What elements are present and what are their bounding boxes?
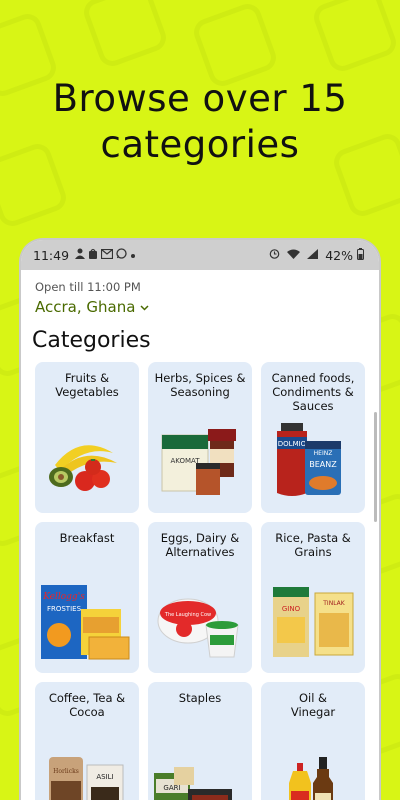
oil-vinegar-image (289, 757, 333, 800)
status-bar: 11:49 42% (21, 240, 379, 270)
chevron-down-icon (140, 301, 149, 314)
profile-icon (75, 248, 86, 262)
category-label: Coffee, Tea & Cocoa (48, 691, 126, 719)
category-label: Canned foods, Condiments & Sauces (271, 371, 355, 413)
whatsapp-icon (116, 248, 127, 262)
gino-text: GINO (282, 605, 301, 613)
rice-pasta-image: GINO TINLAK (273, 587, 354, 657)
category-card-canned-foods[interactable]: Canned foods, Condiments & Sauces DOLMIO … (261, 362, 365, 513)
app-content: Open till 11:00 PM Accra, Ghana Categori… (21, 270, 379, 353)
category-label: Herbs, Spices & Seasoning (154, 371, 246, 399)
knorr-pack-text: AKOMAT (170, 457, 200, 465)
headline: Browse over 15 categories (52, 77, 348, 166)
dolmio-text: DOLMIO (278, 440, 307, 448)
category-card-staples[interactable]: Staples GARI (148, 682, 252, 800)
scrollbar[interactable] (374, 412, 377, 522)
category-card-fruits-vegetables[interactable]: Fruits & Vegetables (35, 362, 139, 513)
category-label: Staples (178, 691, 222, 705)
signal-icon (307, 248, 319, 262)
wifi-icon (287, 249, 301, 262)
status-time: 11:49 (33, 247, 70, 263)
category-card-coffee-tea[interactable]: Coffee, Tea & Cocoa Horlicks ASILI (35, 682, 139, 800)
category-card-herbs-spices[interactable]: Herbs, Spices & Seasoning AKOMAT (148, 362, 252, 513)
category-grid: Fruits & Vegetables Herbs, Spices & Season… (35, 362, 365, 800)
eggs-dairy-image: The Laughing Cow (157, 598, 239, 658)
category-card-oil-vinegar[interactable]: Oil & Vinegar (261, 682, 365, 800)
category-label: Rice, Pasta & Grains (275, 531, 351, 559)
breakfast-image: Kellogg's FROSTIES (41, 585, 130, 660)
beanz-text: BEANZ (309, 460, 337, 469)
gari-text: GARI (163, 784, 180, 792)
category-label: Oil & Vinegar (290, 691, 336, 719)
store-hours: Open till 11:00 PM (35, 280, 141, 294)
heinz-text: HEINZ (314, 450, 333, 457)
phone-frame: 11:49 42% Open till 11:00 PM Accra, Ghan… (19, 238, 381, 800)
tinlak-text: TINLAK (322, 600, 346, 607)
laughing-cow-text: The Laughing Cow (164, 612, 211, 618)
gmail-icon (100, 248, 114, 262)
asili-text: ASILI (96, 773, 113, 781)
dot-icon (130, 249, 136, 262)
frosties-text: FROSTIES (47, 605, 82, 613)
herbs-spices-image: AKOMAT (161, 429, 236, 495)
category-label: Eggs, Dairy & Alternatives (160, 531, 240, 559)
section-title: Categories (32, 328, 151, 353)
kelloggs-text: Kellogg's (42, 592, 85, 602)
location-label: Accra, Ghana (35, 298, 136, 316)
coffee-tea-image: Horlicks ASILI (49, 757, 124, 800)
location-selector[interactable]: Accra, Ghana (35, 298, 365, 316)
horlicks-text: Horlicks (53, 768, 79, 775)
bag-icon (88, 248, 98, 262)
category-card-breakfast[interactable]: Breakfast Kellogg's FROSTIES (35, 522, 139, 673)
category-label: Breakfast (59, 531, 115, 545)
category-label: Fruits & Vegetables (55, 371, 119, 399)
battery-icon (357, 247, 364, 263)
category-card-rice-pasta[interactable]: Rice, Pasta & Grains GINO TINLAK (261, 522, 365, 673)
staples-image: GARI (154, 767, 232, 800)
fruits-vegetables-image (49, 445, 117, 491)
alarm-icon (269, 248, 280, 262)
category-card-eggs-dairy[interactable]: Eggs, Dairy & Alternatives The Laughing C… (148, 522, 252, 673)
battery-percent: 42% (325, 247, 353, 263)
canned-foods-image: DOLMIO HEINZ BEANZ (277, 423, 341, 496)
